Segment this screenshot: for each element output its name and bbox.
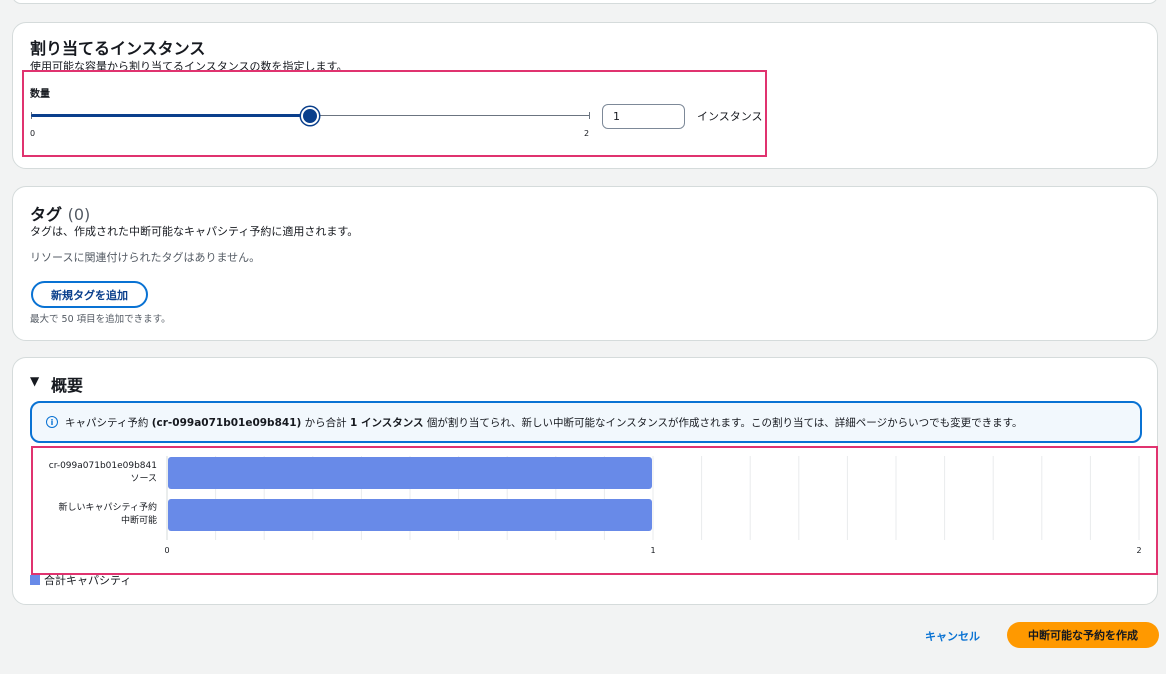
chart-x-tick-label: 0 [164, 546, 169, 555]
legend-label: 合計キャパシティ [44, 574, 132, 587]
create-reservation-button[interactable]: 中断可能な予約を作成 [1007, 622, 1159, 648]
legend-swatch [30, 575, 40, 585]
chart-category-label: ソース [130, 474, 157, 484]
capacity-bar-chart: cr-099a071b01e09b841 ソース新しいキャパシティ予約中断可能 0 1… [49, 456, 1142, 555]
cancel-button[interactable]: キャンセル [925, 628, 980, 644]
chart-bar [168, 499, 652, 531]
chart-category-label: 中断可能 [121, 514, 157, 526]
chart-x-tick-label: 2 [1136, 546, 1141, 555]
chart-x-tick-label: 1 [650, 546, 655, 555]
chart-bar [168, 457, 652, 489]
chart-category-label: 新しいキャパシティ予約 [59, 501, 157, 513]
chart-category-label: cr-099a071b01e09b841 [49, 461, 157, 471]
